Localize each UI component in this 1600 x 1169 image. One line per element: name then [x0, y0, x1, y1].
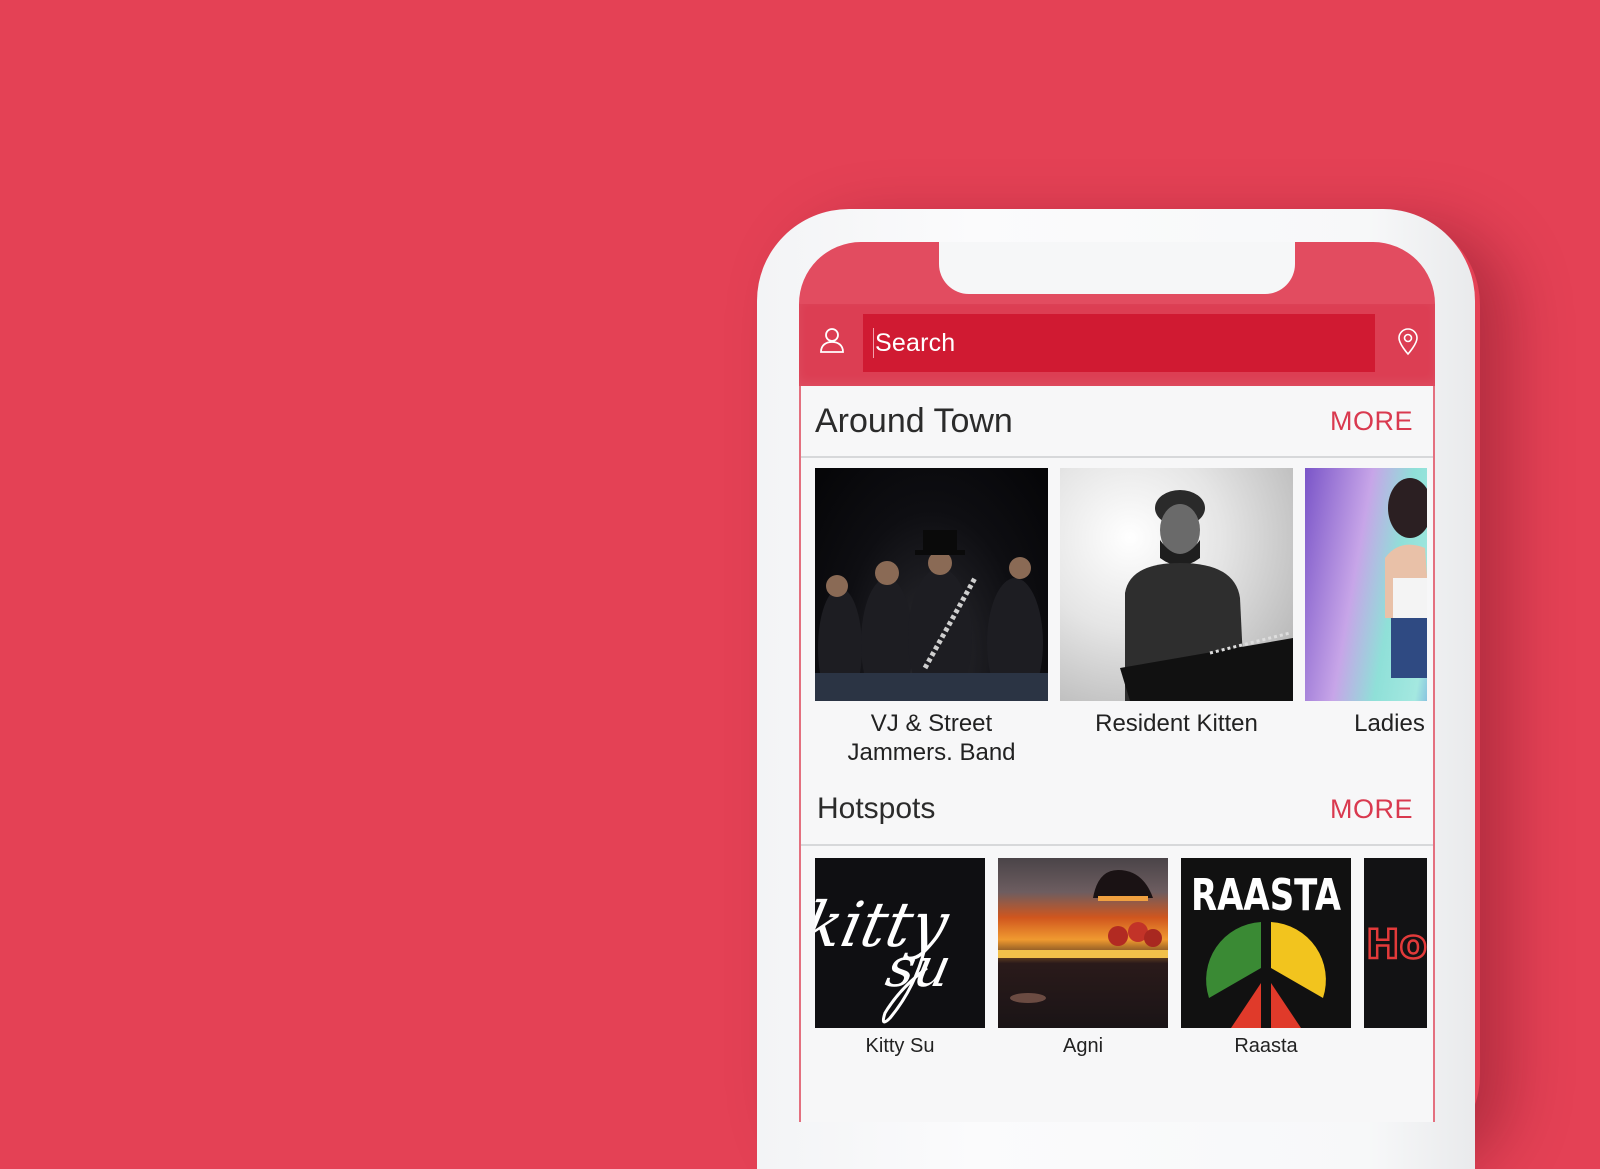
kitty-su-logo: kitty su — [815, 858, 985, 1028]
hotspots-more-link[interactable]: MORE — [1330, 794, 1413, 825]
hotspot-card[interactable]: kitty su Kitty Su — [815, 858, 985, 1058]
hotspots-header: Hotspots MORE — [799, 774, 1435, 846]
screen-border-left — [799, 386, 801, 1122]
around-town-carousel[interactable]: VJ & Street Jammers. Band Resident Kitte… — [815, 468, 1427, 768]
hotspots-title: Hotspots — [817, 792, 936, 825]
hotspot-card-label: Raasta — [1234, 1035, 1298, 1057]
event-card-label: VJ & Street Jammers. Band — [847, 710, 1016, 767]
hotspot-card-label: H — [1364, 1034, 1427, 1058]
ladies-night-photo — [1305, 468, 1427, 701]
map-pin-icon[interactable] — [1397, 328, 1419, 356]
content-area: Around Town MORE VJ & Street Jammers. Ba… — [799, 386, 1435, 1122]
around-town-more-link[interactable]: MORE — [1330, 406, 1413, 437]
search-input[interactable]: Search — [863, 314, 1375, 372]
search-placeholder: Search — [875, 328, 956, 357]
ho-neon-photo: Ho — [1364, 858, 1427, 1028]
raasta-logo: RAASTA — [1181, 858, 1351, 1028]
event-card-label: Resident Kitten — [1095, 710, 1258, 737]
event-card[interactable]: VJ & Street Jammers. Band — [815, 468, 1048, 768]
screen-border-right — [1433, 386, 1435, 1122]
phone-notch — [939, 242, 1295, 294]
hotspot-card[interactable]: Ho H — [1364, 858, 1427, 1058]
around-town-header: Around Town MORE — [799, 386, 1435, 458]
hotspot-card[interactable]: RAASTA Raasta — [1181, 858, 1351, 1058]
text-caret — [873, 328, 874, 358]
user-icon[interactable] — [819, 326, 845, 354]
around-town-title: Around Town — [815, 402, 1013, 440]
event-card-label: Ladies ni Go — [1354, 710, 1427, 737]
hotspot-card[interactable]: Agni — [998, 858, 1168, 1058]
hotspot-card-label: Kitty Su — [865, 1035, 935, 1057]
svg-text:Ho: Ho — [1366, 922, 1427, 968]
hotspot-card-label: Agni — [1062, 1035, 1104, 1057]
event-card[interactable]: Ladies ni Go — [1305, 468, 1427, 738]
event-card[interactable]: Resident Kitten — [1060, 468, 1293, 738]
phone-screen: Search Around Town MORE VJ & Street Jamm… — [799, 242, 1435, 1122]
band-photo — [815, 468, 1048, 701]
hotspots-carousel[interactable]: kitty su Kitty Su Agni RAASTA Raasta Ho — [815, 858, 1427, 1078]
agni-bar-photo — [998, 858, 1168, 1028]
app-header: Search — [799, 304, 1435, 386]
svg-text:RAASTA: RAASTA — [1191, 870, 1341, 921]
dj-photo — [1060, 468, 1293, 701]
